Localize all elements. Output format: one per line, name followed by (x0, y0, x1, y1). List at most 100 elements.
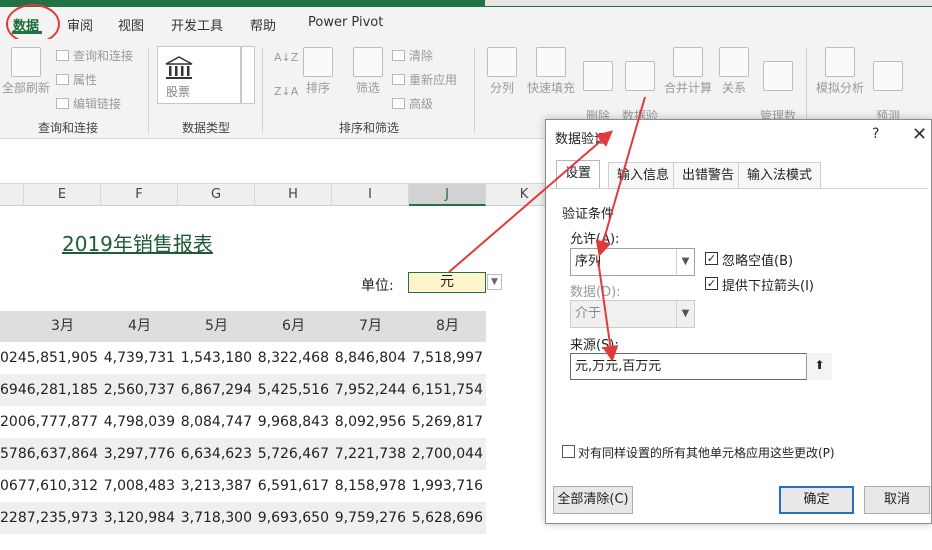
table-cell[interactable]: 2,700,044 (409, 438, 483, 470)
table-cell[interactable]: 1,993,716 (409, 470, 483, 502)
tab-view[interactable]: 视图 (118, 15, 144, 34)
table-cell[interactable]: 5,269,817 (409, 406, 483, 438)
apply-all-checkbox[interactable] (562, 445, 575, 458)
tab-error-alert[interactable]: 出错警告 (673, 162, 744, 188)
properties-button[interactable]: 属性 (56, 71, 97, 88)
column-header-e[interactable]: E (24, 184, 101, 206)
table-cell[interactable]: 6,777,877 (24, 406, 98, 438)
consolidate-button[interactable]: 合并计算 (662, 47, 714, 95)
table-cell[interactable]: 578 (0, 438, 27, 470)
table-cell[interactable]: 6,151,754 (409, 374, 483, 406)
split-column-button[interactable]: 分列 (484, 47, 520, 95)
table-cell[interactable]: 3,213,387 (178, 470, 252, 502)
table-cell[interactable]: 9,968,843 (255, 406, 329, 438)
filter-button[interactable]: 筛选 (350, 47, 386, 95)
unit-dropdown-button[interactable]: ▼ (487, 274, 502, 290)
table-cell[interactable]: 228 (0, 502, 27, 534)
table-cell[interactable]: 5,425,516 (255, 374, 329, 406)
relationships-button[interactable]: 关系 (716, 47, 752, 95)
ok-button[interactable]: 确定 (779, 486, 854, 514)
reapply-button[interactable]: 重新应用 (392, 71, 457, 88)
table-header-cell[interactable]: 7月 (332, 311, 409, 342)
table-cell[interactable]: 7,518,997 (409, 342, 483, 374)
table-cell[interactable]: 1,543,180 (178, 342, 252, 374)
sort-button[interactable]: 排序 (300, 47, 336, 95)
column-header-partial[interactable] (0, 184, 24, 206)
table-cell[interactable]: 6,634,623 (178, 438, 252, 470)
column-header-f[interactable]: F (101, 184, 178, 206)
table-cell[interactable]: 694 (0, 374, 27, 406)
table-cell[interactable]: 3,120,984 (101, 502, 175, 534)
table-cell[interactable]: 200 (0, 406, 27, 438)
clear-filter-button[interactable]: 清除 (392, 47, 433, 64)
column-header-i[interactable]: I (332, 184, 409, 206)
search-bar[interactable] (485, 0, 932, 6)
clear-all-button[interactable]: 全部清除(C) (553, 486, 633, 514)
source-label: 来源(S): (570, 338, 619, 353)
close-button[interactable]: ✕ (912, 124, 927, 145)
table-cell[interactable]: 6,867,294 (178, 374, 252, 406)
table-cell[interactable]: 9,693,650 (255, 502, 329, 534)
table-cell[interactable]: 7,952,244 (332, 374, 406, 406)
dropdown-arrow-checkbox[interactable]: ✓ (705, 277, 718, 290)
table-header-cell[interactable]: 4月 (101, 311, 178, 342)
table-cell[interactable]: 6,281,185 (24, 374, 98, 406)
table-cell[interactable]: 7,610,312 (24, 470, 98, 502)
tab-settings[interactable]: 设置 (556, 160, 601, 188)
table-cell[interactable]: 2,560,737 (101, 374, 175, 406)
table-cell[interactable]: 024 (0, 342, 27, 374)
table-cell[interactable]: 8,322,468 (255, 342, 329, 374)
split-icon (487, 47, 517, 77)
table-header-cell[interactable]: 5月 (178, 311, 255, 342)
allow-select[interactable]: 序列 ▼ (570, 248, 695, 276)
ignore-blank-checkbox[interactable]: ✓ (705, 252, 718, 265)
table-cell[interactable]: 6,591,617 (255, 470, 329, 502)
tab-power-pivot[interactable]: Power Pivot (308, 15, 383, 30)
table-cell[interactable]: 9,759,276 (332, 502, 406, 534)
table-cell[interactable]: 067 (0, 470, 27, 502)
table-cell[interactable]: 4,798,039 (101, 406, 175, 438)
stock-data-type-button[interactable]: 股票 (157, 46, 241, 104)
table-cell[interactable]: 5,851,905 (24, 342, 98, 374)
table-header-cell[interactable]: 8月 (409, 311, 486, 342)
tab-help[interactable]: 帮助 (250, 15, 276, 34)
source-input[interactable]: 元,万元,百万元 (570, 353, 832, 380)
sort-az-button[interactable]: A↓Z (274, 51, 298, 64)
tab-ime-mode[interactable]: 输入法模式 (738, 162, 822, 188)
table-cell[interactable]: 7,221,738 (332, 438, 406, 470)
edit-links-button[interactable]: 编辑链接 (56, 95, 121, 112)
table-cell[interactable]: 7,008,483 (101, 470, 175, 502)
cancel-button[interactable]: 取消 (864, 486, 930, 514)
table-header-cell[interactable]: 6月 (255, 311, 332, 342)
table-cell[interactable]: 5,726,467 (255, 438, 329, 470)
tab-review[interactable]: 审阅 (67, 15, 93, 34)
flash-fill-button[interactable]: 快速填充 (524, 47, 578, 95)
column-header-h[interactable]: H (255, 184, 332, 206)
sheet-title[interactable]: 2019年销售报表 (62, 228, 213, 257)
table-cell[interactable]: 3,297,776 (101, 438, 175, 470)
sort-za-button[interactable]: Z↓A (274, 85, 298, 98)
tab-input-message[interactable]: 输入信息 (608, 162, 679, 188)
column-header-j[interactable]: J (409, 184, 486, 206)
help-button[interactable]: ? (872, 126, 879, 142)
table-cell[interactable]: 6,637,864 (24, 438, 98, 470)
what-if-analysis-button[interactable]: 模拟分析 (812, 47, 868, 95)
table-cell[interactable]: 4,739,731 (101, 342, 175, 374)
sort-icon (303, 47, 333, 77)
table-cell[interactable]: 8,846,804 (332, 342, 406, 374)
advanced-filter-button[interactable]: 高级 (392, 95, 433, 112)
table-cell[interactable]: 8,084,747 (178, 406, 252, 438)
data-type-gallery-scroll[interactable] (241, 46, 255, 104)
refresh-all-button[interactable]: 全部刷新 (2, 47, 50, 95)
table-cell[interactable]: 5,628,696 (409, 502, 483, 534)
range-select-button[interactable]: ⬆ (806, 353, 832, 380)
table-cell[interactable]: 8,158,978 (332, 470, 406, 502)
tab-developer[interactable]: 开发工具 (171, 15, 223, 34)
query-connections-button[interactable]: 查询和连接 (56, 47, 133, 64)
column-header-g[interactable]: G (178, 184, 255, 206)
table-cell[interactable]: 3,718,300 (178, 502, 252, 534)
unit-cell[interactable]: 元 (408, 272, 486, 293)
table-header-cell[interactable]: 3月 (24, 311, 101, 342)
table-cell[interactable]: 7,235,973 (24, 502, 98, 534)
table-cell[interactable]: 8,092,956 (332, 406, 406, 438)
